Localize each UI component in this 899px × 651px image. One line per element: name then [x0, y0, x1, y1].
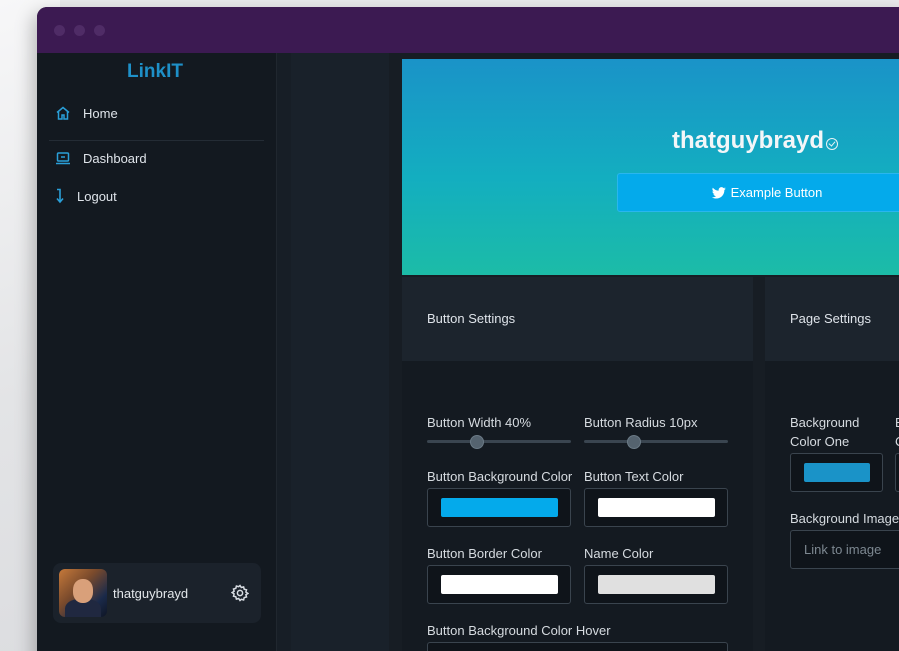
user-card[interactable]: thatguybrayd	[53, 563, 261, 623]
window-close-dot[interactable]	[54, 25, 65, 36]
button-width-slider-track[interactable]	[427, 440, 571, 443]
arrow-down-icon	[55, 188, 65, 204]
name-color-label: Name Color	[584, 546, 654, 561]
user-name: thatguybrayd	[113, 586, 189, 601]
button-settings-title: Button Settings	[427, 311, 516, 326]
bg-color-one-picker[interactable]	[790, 453, 883, 492]
button-border-color-picker[interactable]	[427, 565, 571, 604]
button-text-color-label: Button Text Color	[584, 469, 684, 484]
bg-color-two-label-line2: C	[895, 432, 899, 451]
avatar[interactable]	[59, 569, 107, 617]
button-settings-header: Button Settings	[402, 277, 753, 361]
sidebar: LinkIT Home Dashboard Logout thatguybray…	[37, 53, 277, 651]
avatar-face	[73, 579, 93, 603]
button-bg-hover-picker[interactable]	[427, 642, 728, 651]
laptop-icon	[55, 150, 71, 166]
button-text-color-picker[interactable]	[584, 488, 728, 527]
name-color-swatch	[598, 575, 715, 594]
button-radius-label: Button Radius 10px	[584, 415, 698, 430]
content-gutter-inner	[291, 53, 389, 651]
page-settings-title: Page Settings	[790, 311, 871, 326]
sidebar-item-label: Dashboard	[83, 150, 147, 166]
sidebar-item-label: Logout	[77, 188, 117, 204]
nav-divider	[49, 140, 264, 141]
button-width-slider-thumb[interactable]	[470, 435, 484, 449]
bg-image-placeholder: Link to image	[804, 542, 882, 557]
button-border-color-label: Button Border Color	[427, 546, 542, 561]
button-radius-slider-track[interactable]	[584, 440, 728, 443]
button-border-color-swatch	[441, 575, 558, 594]
bg-image-input[interactable]: Link to image	[790, 530, 899, 569]
name-color-picker[interactable]	[584, 565, 728, 604]
example-button[interactable]: Example Button	[617, 173, 899, 212]
button-bg-color-label: Button Background Color	[427, 469, 573, 484]
bg-color-one-label-line2: Color One	[790, 434, 850, 449]
button-bg-color-swatch	[441, 498, 558, 517]
window-minimize-dot[interactable]	[74, 25, 85, 36]
app-window: LinkIT Home Dashboard Logout thatguybray…	[37, 7, 899, 651]
home-icon	[55, 105, 71, 121]
example-button-label: Example Button	[730, 185, 823, 200]
verified-check-icon	[826, 138, 839, 150]
bg-color-two-label-line1: B	[895, 413, 899, 432]
sidebar-item-logout[interactable]: Logout	[55, 188, 117, 204]
sidebar-item-home[interactable]: Home	[55, 105, 118, 121]
page-settings-header: Page Settings	[765, 277, 899, 361]
bg-color-two-picker[interactable]	[895, 453, 899, 492]
twitter-icon	[711, 186, 726, 199]
bg-color-one-label-line1: Background	[790, 415, 860, 430]
bg-color-one-swatch	[804, 463, 870, 482]
bg-image-label: Background Image	[790, 511, 899, 526]
profile-preview: thatguybrayd Example Button	[402, 59, 899, 275]
sidebar-item-label: Home	[83, 105, 118, 121]
title-bar	[37, 7, 899, 53]
profile-name: thatguybrayd	[672, 127, 839, 155]
button-bg-color-picker[interactable]	[427, 488, 571, 527]
profile-username: thatguybrayd	[672, 127, 825, 154]
brand-logo[interactable]: LinkIT	[37, 61, 273, 83]
button-radius-slider-thumb[interactable]	[627, 435, 641, 449]
sidebar-item-dashboard[interactable]: Dashboard	[55, 150, 147, 166]
button-text-color-swatch	[598, 498, 715, 517]
gear-icon[interactable]	[230, 584, 250, 602]
page-settings-panel	[765, 361, 899, 651]
window-maximize-dot[interactable]	[94, 25, 105, 36]
button-bg-hover-label: Button Background Color Hover	[427, 623, 611, 638]
button-width-label: Button Width 40%	[427, 415, 532, 430]
